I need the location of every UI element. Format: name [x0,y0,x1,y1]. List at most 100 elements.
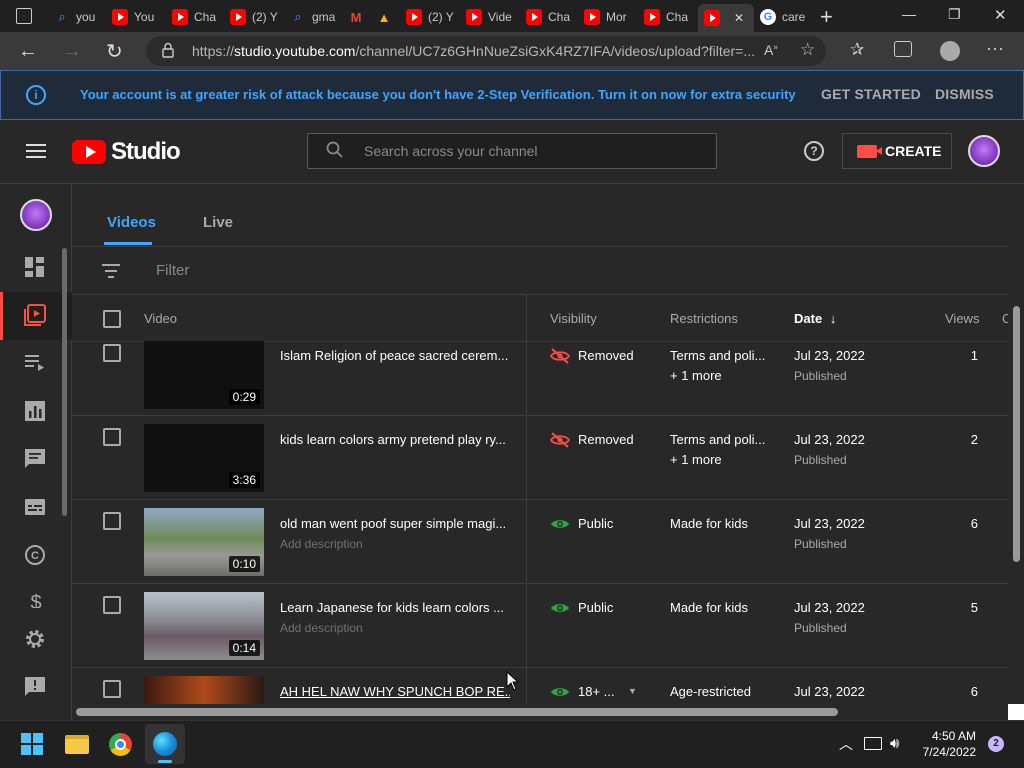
comments-icon[interactable] [24,448,48,472]
visibility-status[interactable]: Public [578,600,613,615]
browser-tab[interactable]: (2) Y [406,4,458,30]
horizontal-scrollbar[interactable] [76,708,838,716]
visibility-status[interactable]: 18+ ... [578,684,615,699]
row-divider [72,415,1008,416]
dashboard-icon[interactable] [24,256,48,280]
close-tab-icon[interactable]: ✕ [734,11,744,25]
network-icon[interactable] [864,737,882,750]
browser-tab[interactable]: ⌕ you [54,4,104,30]
windows-start-icon[interactable] [21,733,43,755]
minimize-button[interactable]: — [902,6,916,22]
filter-input[interactable]: Filter [156,262,189,279]
visibility-status[interactable]: Removed [578,348,634,363]
add-favorite-icon[interactable]: ☆ [800,40,815,60]
close-window-button[interactable]: ✕ [994,6,1007,24]
read-aloud-icon[interactable]: A» [764,42,778,58]
video-thumbnail[interactable] [144,676,264,706]
browser-tab[interactable]: Cha [172,4,222,30]
row-checkbox[interactable] [103,344,121,362]
clock-date[interactable]: 7/24/2022 [908,745,976,759]
forward-icon[interactable]: → [62,40,82,63]
column-header-date[interactable]: Date ↓ [794,311,836,326]
browser-tab[interactable]: Cha [526,4,576,30]
create-button[interactable]: CREATE [842,133,952,169]
dropdown-arrow-icon[interactable]: ▼ [628,686,637,696]
row-checkbox[interactable] [103,680,121,698]
chrome-icon[interactable] [109,733,132,756]
video-title[interactable]: Learn Japanese for kids learn colors ... [280,600,510,615]
browser-tab[interactable]: Mor [584,4,636,30]
menu-icon[interactable] [26,144,46,158]
analytics-icon[interactable] [24,400,48,424]
video-title[interactable]: AH HEL NAW WHY SPUNCH BOP RE... [280,684,510,699]
content-icon[interactable] [24,304,48,328]
add-description-link[interactable]: Add description [280,537,363,551]
collections-icon[interactable] [894,41,912,57]
clock-time[interactable]: 4:50 AM [908,729,976,743]
monetization-icon[interactable]: $ [24,592,48,608]
video-title[interactable]: kids learn colors army pretend play ry..… [280,432,510,447]
filter-icon[interactable] [102,264,120,278]
video-title[interactable]: old man went poof super simple magi... [280,516,510,531]
volume-icon[interactable]: 🔊︎ [890,735,899,752]
account-avatar[interactable] [968,135,1000,167]
feedback-icon[interactable] [24,676,48,700]
copyright-icon[interactable]: C [24,544,48,568]
browser-tab[interactable]: G care [760,4,810,30]
more-options-icon[interactable]: ··· [986,38,1004,59]
notification-badge[interactable]: 2 [988,736,1004,752]
restriction[interactable]: Terms and poli... [670,348,765,363]
favorites-icon[interactable]: ✰ [850,40,864,60]
refresh-icon[interactable]: ↻ [106,39,123,64]
row-checkbox[interactable] [103,512,121,530]
restriction[interactable]: Age-restricted [670,684,751,699]
restriction-more[interactable]: + 1 more [670,452,722,467]
visibility-status[interactable]: Public [578,516,613,531]
tab-videos[interactable]: Videos [107,214,156,231]
url-text[interactable]: https://studio.youtube.com/channel/UC7z6… [192,43,754,59]
restriction[interactable]: Terms and poli... [670,432,765,447]
row-checkbox[interactable] [103,596,121,614]
video-thumbnail[interactable]: 0:14 [144,592,264,660]
search-input[interactable]: Search across your channel [364,143,538,159]
channel-avatar[interactable] [20,199,52,231]
browser-tab[interactable]: (2) Y [230,4,282,30]
help-icon[interactable]: ? [804,141,824,161]
settings-icon[interactable] [24,628,48,652]
select-all-checkbox[interactable] [103,310,121,328]
browser-tab[interactable]: ▲ [376,4,398,30]
file-explorer-icon[interactable] [65,735,89,754]
column-header-visibility: Visibility [550,311,597,326]
row-checkbox[interactable] [103,428,121,446]
lock-icon[interactable] [162,42,174,58]
maximize-button[interactable]: ❐ [948,6,961,23]
browser-tab[interactable]: Cha [644,4,694,30]
restriction[interactable]: Made for kids [670,600,748,615]
add-description-link[interactable]: Add description [280,621,363,635]
new-tab-icon[interactable]: + [820,4,833,30]
subtitles-icon[interactable] [24,496,48,520]
playlists-icon[interactable] [24,352,48,376]
tab-actions-icon[interactable] [16,8,32,24]
tab-live[interactable]: Live [203,214,233,231]
video-thumbnail[interactable]: 3:36 [144,424,264,492]
video-thumbnail[interactable]: 0:29 [144,341,264,409]
video-thumbnail[interactable]: 0:10 [144,508,264,576]
dismiss-button[interactable]: DISMISS [935,86,994,102]
sidebar-scrollbar[interactable] [62,248,67,516]
restriction[interactable]: Made for kids [670,516,748,531]
browser-tab[interactable]: ⌕ gma [290,4,340,30]
restriction-more[interactable]: + 1 more [670,368,722,383]
browser-tab[interactable]: M [348,4,370,30]
vertical-scrollbar[interactable] [1013,306,1020,562]
get-started-button[interactable]: GET STARTED [821,86,921,102]
browser-tab-active[interactable]: ✕ [698,4,754,32]
back-icon[interactable]: ← [18,40,38,63]
youtube-studio-logo[interactable]: Studio [72,138,181,166]
profile-avatar-icon[interactable] [940,41,960,61]
browser-tab[interactable]: Vide [466,4,518,30]
show-hidden-icons-icon[interactable]: ︿ [839,734,853,754]
browser-tab[interactable]: You [112,4,162,30]
video-title[interactable]: Islam Religion of peace sacred cerem... [280,348,510,363]
visibility-status[interactable]: Removed [578,432,634,447]
